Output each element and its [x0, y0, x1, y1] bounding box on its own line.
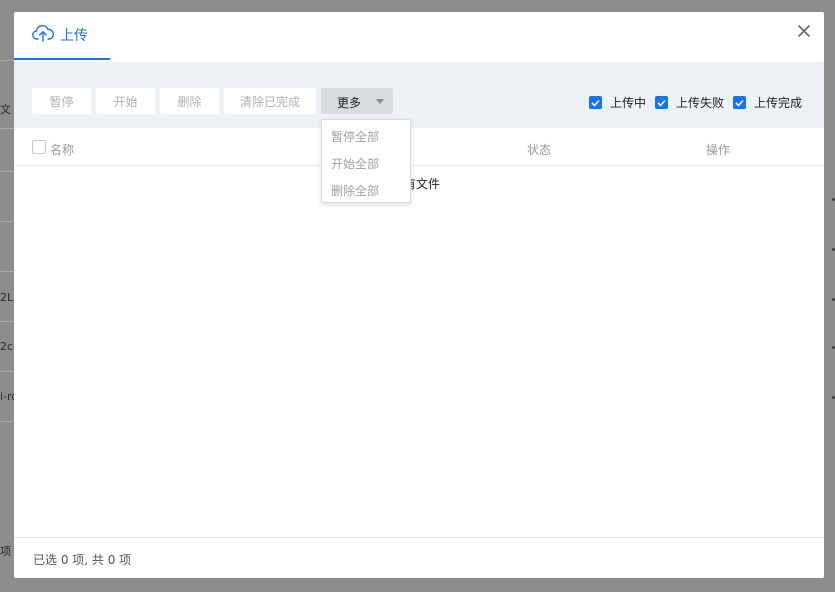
more-button-label: 更多 [337, 96, 362, 110]
menu-item-start-all[interactable]: 开始全部 [331, 155, 379, 172]
background-divider [0, 171, 14, 172]
column-status-header: 状态 [527, 143, 552, 157]
checkmark-icon [589, 96, 602, 109]
background-divider [0, 371, 14, 372]
checkmark-icon [655, 96, 668, 109]
select-all-checkbox[interactable] [32, 140, 46, 154]
more-dropdown-button[interactable]: 更多 [321, 88, 393, 114]
table-header: 名称 状态 操作 [14, 129, 824, 166]
dialog-footer: 已选 0 项, 共 0 项 [14, 537, 824, 578]
upload-toolbar: 暂停 开始 删除 清除已完成 更多 上传中 上传失败 上传完成 [14, 62, 824, 128]
background-text: 项 [0, 545, 11, 558]
close-icon[interactable] [796, 23, 812, 39]
background-text: 文 [0, 103, 11, 116]
background-divider [0, 128, 14, 129]
checkmark-icon [733, 96, 746, 109]
filter-completed-label: 上传完成 [754, 96, 803, 110]
dialog-header: 上传 [14, 12, 824, 63]
background-divider [0, 60, 14, 61]
menu-item-pause-all[interactable]: 暂停全部 [331, 128, 379, 145]
more-dropdown-menu: 暂停全部 开始全部 删除全部 [321, 119, 411, 203]
background-divider [0, 271, 14, 272]
filter-uploading-checkbox[interactable]: 上传中 [589, 94, 646, 111]
pause-button[interactable]: 暂停 [32, 88, 91, 114]
tab-upload[interactable]: 上传 [14, 12, 110, 60]
background-divider [0, 421, 14, 422]
filter-failed-checkbox[interactable]: 上传失败 [655, 94, 724, 111]
start-button[interactable]: 开始 [96, 88, 155, 114]
cloud-upload-icon [32, 24, 60, 46]
background-divider [0, 221, 14, 222]
column-actions-header: 操作 [706, 143, 731, 157]
filter-completed-checkbox[interactable]: 上传完成 [733, 94, 802, 111]
filter-uploading-label: 上传中 [610, 96, 647, 110]
upload-dialog: 上传 暂停 开始 删除 清除已完成 更多 上传中 上传失败 上传完成 名称 状态… [14, 12, 824, 578]
column-name-header: 名称 [50, 143, 75, 157]
tab-upload-label: 上传 [60, 28, 88, 44]
selection-summary: 已选 0 项, 共 0 项 [33, 553, 132, 567]
caret-down-icon [376, 99, 384, 104]
clear-completed-button[interactable]: 清除已完成 [224, 88, 316, 114]
background-divider [0, 321, 14, 322]
menu-item-delete-all[interactable]: 删除全部 [331, 182, 379, 199]
filter-failed-label: 上传失败 [676, 96, 725, 110]
background-text: 2L [0, 291, 14, 304]
delete-button[interactable]: 删除 [160, 88, 219, 114]
